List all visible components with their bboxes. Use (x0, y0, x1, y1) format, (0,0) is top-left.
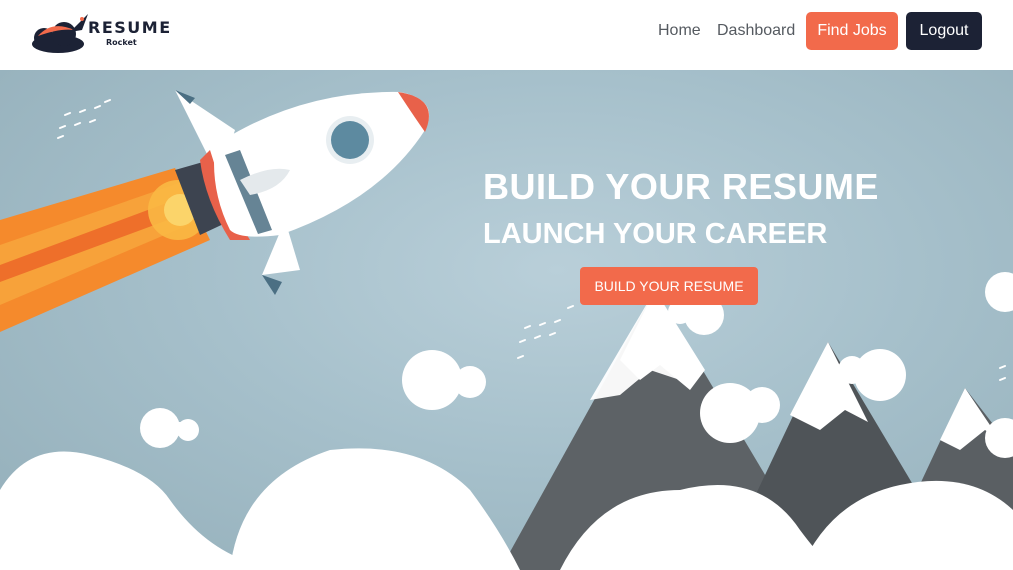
nav-dashboard-link[interactable]: Dashboard (717, 22, 795, 40)
build-resume-button[interactable]: BUILD YOUR RESUME (580, 267, 758, 305)
hero-subheadline: LAUNCH YOUR CAREER (483, 218, 828, 250)
brand-subtitle: Rocket (106, 38, 137, 47)
hero-illustration (0, 90, 1013, 570)
nav-home-link[interactable]: Home (658, 22, 701, 40)
brand-title: RESUME (88, 18, 172, 37)
hero-headline: BUILD YOUR RESUME (483, 166, 879, 207)
rocket-trail (0, 168, 210, 332)
top-navbar: RESUME Rocket Home Dashboard Find Jobs L… (0, 0, 1013, 70)
rocket-cloud-icon (32, 14, 88, 53)
rocket-icon (175, 90, 430, 295)
brand-logo[interactable]: RESUME Rocket (30, 10, 170, 58)
logout-button[interactable]: Logout (906, 12, 982, 50)
hero-banner: BUILD YOUR RESUME LAUNCH YOUR CAREER BUI… (0, 70, 1013, 570)
floating-clouds (140, 272, 1013, 458)
find-jobs-button[interactable]: Find Jobs (806, 12, 898, 50)
